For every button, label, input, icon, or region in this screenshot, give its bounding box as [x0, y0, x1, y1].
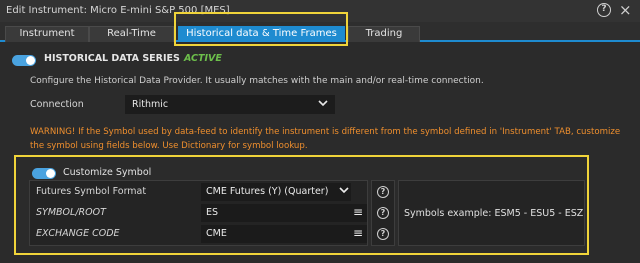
historical-description: Configure the Historical Data Provider. …	[30, 76, 484, 86]
exchange-code-input[interactable]: CME ≡	[201, 225, 367, 243]
connection-value: Rithmic	[132, 99, 169, 110]
historical-data-toggle[interactable]	[12, 55, 36, 66]
window-title: Edit Instrument: Micro E-mini S&P 500 [M…	[6, 5, 230, 16]
symbol-root-menu-icon[interactable]: ≡	[353, 205, 363, 219]
exchange-code-value: CME	[206, 228, 227, 239]
tab-instrument[interactable]: Instrument	[5, 26, 89, 42]
close-icon[interactable]: ×	[619, 1, 632, 19]
symbol-root-value: ES	[206, 207, 219, 218]
tab-bar: Instrument Real-Time Historical data & T…	[0, 22, 640, 42]
futures-format-select[interactable]: CME Futures (Y) (Quarter)	[201, 183, 351, 201]
chevron-down-icon	[318, 98, 328, 111]
tab-historical-data[interactable]: Historical data & Time Frames	[178, 26, 345, 42]
connection-label: Connection	[30, 99, 84, 110]
symbol-examples-text: Symbols example: ESM5 - ESU5 - ESZ5	[404, 208, 585, 219]
exchange-code-menu-icon[interactable]: ≡	[353, 226, 363, 240]
help-icon[interactable]: ?	[597, 3, 611, 17]
tab-trading[interactable]: Trading	[348, 26, 420, 42]
futures-format-label: Futures Symbol Format	[36, 186, 147, 197]
help-circle-icon[interactable]: ?	[377, 186, 389, 198]
symbol-examples-panel: Symbols example: ESM5 - ESU5 - ESZ5	[398, 180, 585, 246]
help-circle-icon[interactable]: ?	[377, 228, 389, 240]
symbol-warning: WARNING! If the Symbol used by data-feed…	[30, 127, 621, 151]
status-badge: ACTIVE	[184, 53, 222, 64]
exchange-code-label: EXCHANGE CODE	[36, 228, 120, 239]
customize-symbol-label: Customize Symbol	[63, 167, 152, 178]
historical-data-series-label: HISTORICAL DATA SERIES	[44, 53, 180, 64]
connection-select[interactable]: Rithmic	[125, 95, 335, 114]
symbol-root-input[interactable]: ES ≡	[201, 204, 367, 222]
symbol-root-label: SYMBOL/ROOT	[36, 207, 106, 218]
customize-symbol-toggle[interactable]	[32, 168, 56, 179]
help-circle-icon[interactable]: ?	[377, 207, 389, 219]
title-bar: Edit Instrument: Micro E-mini S&P 500 [M…	[0, 0, 640, 22]
tab-real-time[interactable]: Real-Time	[89, 26, 174, 42]
chevron-down-icon	[339, 185, 349, 198]
futures-format-value: CME Futures (Y) (Quarter)	[206, 186, 329, 197]
